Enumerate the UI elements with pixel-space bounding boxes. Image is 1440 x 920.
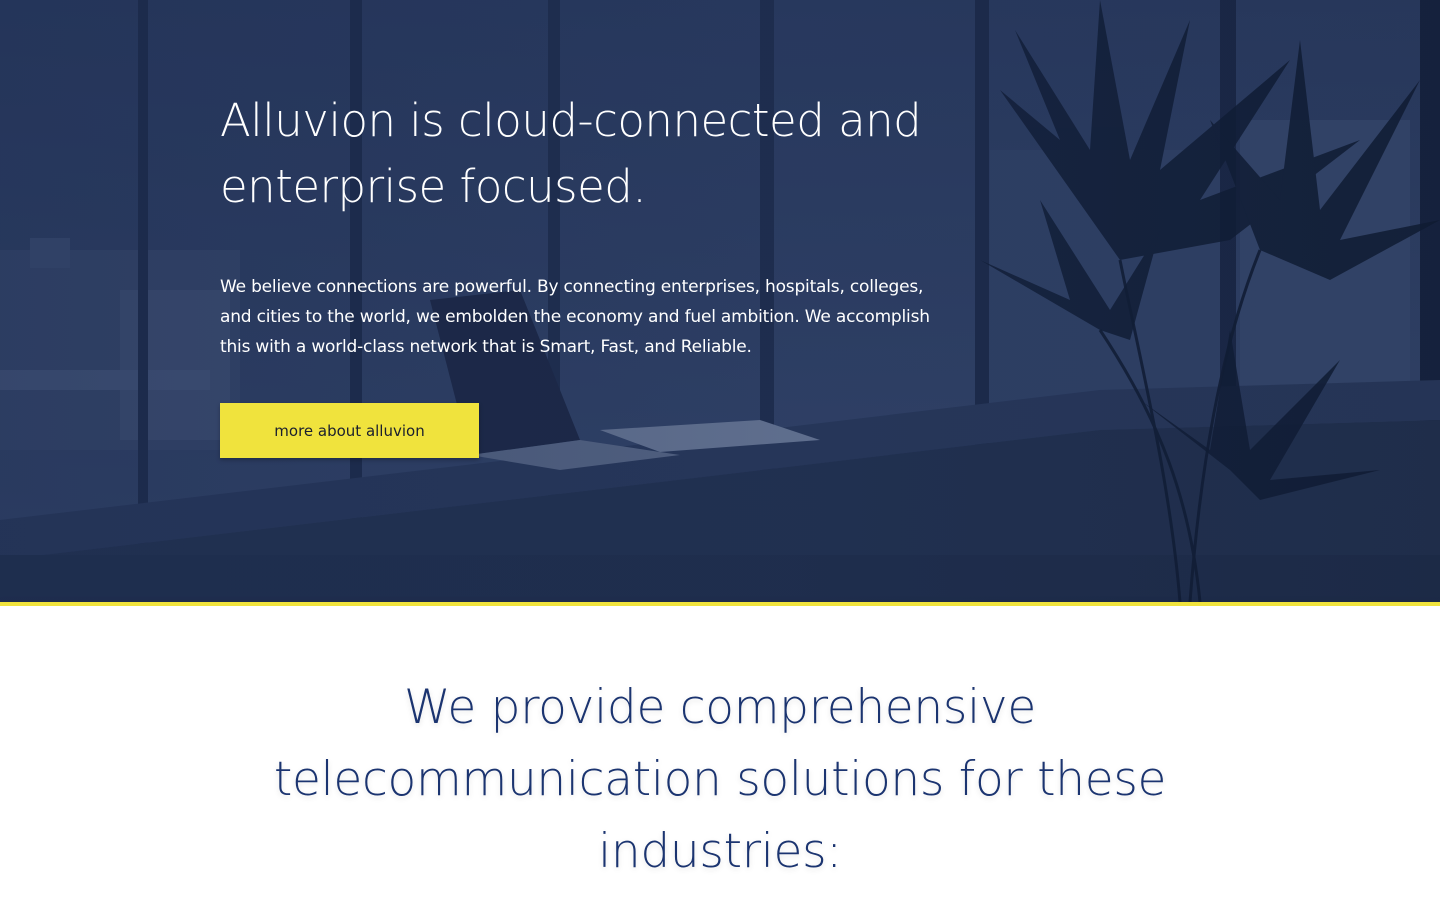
hero-title: Alluvion is cloud-connected and enterpri… <box>220 94 922 213</box>
more-about-alluvion-button[interactable]: more about alluvion <box>220 403 479 458</box>
hero-description: We believe connections are powerful. By … <box>220 277 930 357</box>
industries-section: We provide comprehensive telecommunicati… <box>0 606 1440 920</box>
hero-section: Alluvion is cloud-connected and enterpri… <box>0 0 1440 602</box>
hero-content: Alluvion is cloud-connected and enterpri… <box>220 88 980 458</box>
industries-heading: We provide comprehensive telecommunicati… <box>273 680 1167 879</box>
